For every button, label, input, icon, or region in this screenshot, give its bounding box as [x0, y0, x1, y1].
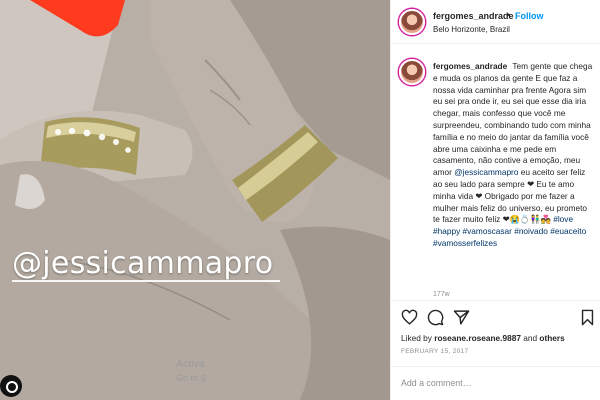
follow-button[interactable]: Follow	[515, 11, 544, 21]
liked-by-and: and	[523, 333, 538, 343]
caption-username[interactable]: fergomes_andrade	[433, 61, 507, 71]
post-sidebar: fergomes_andrade • Follow Belo Horizonte…	[390, 0, 600, 400]
hashtag[interactable]: #love	[553, 214, 573, 224]
caption-avatar[interactable]	[399, 59, 425, 85]
hashtag[interactable]: #noivado	[514, 226, 548, 236]
activation-watermark-title: Activa	[176, 358, 205, 370]
action-bar: Liked by roseane.roseane.9887 and others…	[391, 300, 600, 360]
caption-body-1: Tem gente que chega e muda os planos da …	[433, 61, 593, 178]
comment-bar: Add a comment…	[391, 366, 600, 400]
caption-text: fergomes_andrade Tem gente que chega e m…	[433, 61, 595, 250]
header-username[interactable]: fergomes_andrade	[433, 11, 514, 21]
photo-overlay-mention: @jessicammapro	[12, 246, 274, 281]
caption-mention[interactable]: @jessicammapro	[454, 167, 518, 177]
bookmark-icon[interactable]	[577, 307, 597, 327]
liked-by-prefix: Liked by	[401, 333, 432, 343]
likes-summary: Liked by roseane.roseane.9887 and others	[401, 333, 565, 343]
post-header: fergomes_andrade • Follow Belo Horizonte…	[391, 0, 600, 44]
activation-watermark-subtitle: Go to S	[176, 373, 207, 383]
liked-by-others[interactable]: others	[539, 333, 564, 343]
hashtag[interactable]: #vamoscasar	[463, 226, 512, 236]
comment-icon[interactable]	[425, 307, 445, 327]
heart-icon[interactable]	[399, 307, 419, 327]
hashtag[interactable]: #happy	[433, 226, 460, 236]
comment-input[interactable]: Add a comment…	[401, 378, 471, 388]
caption-age: 177w	[433, 291, 450, 298]
separator-dot: •	[507, 10, 511, 20]
hands-with-rings-image	[0, 0, 390, 400]
liked-by-user[interactable]: roseane.roseane.9887	[434, 333, 521, 343]
share-icon[interactable]	[451, 307, 471, 327]
post-date: FEBRUARY 15, 2017	[401, 348, 469, 355]
avatar[interactable]	[399, 9, 425, 35]
location-link[interactable]: Belo Horizonte, Brazil	[433, 25, 510, 34]
hashtag[interactable]: #vamosserfelizes	[433, 238, 497, 248]
instagram-icon[interactable]	[0, 375, 22, 397]
post-photo[interactable]: @jessicammapro	[0, 0, 390, 400]
hashtag[interactable]: #euaceito	[550, 226, 586, 236]
photo-overlay-underline	[12, 280, 280, 282]
